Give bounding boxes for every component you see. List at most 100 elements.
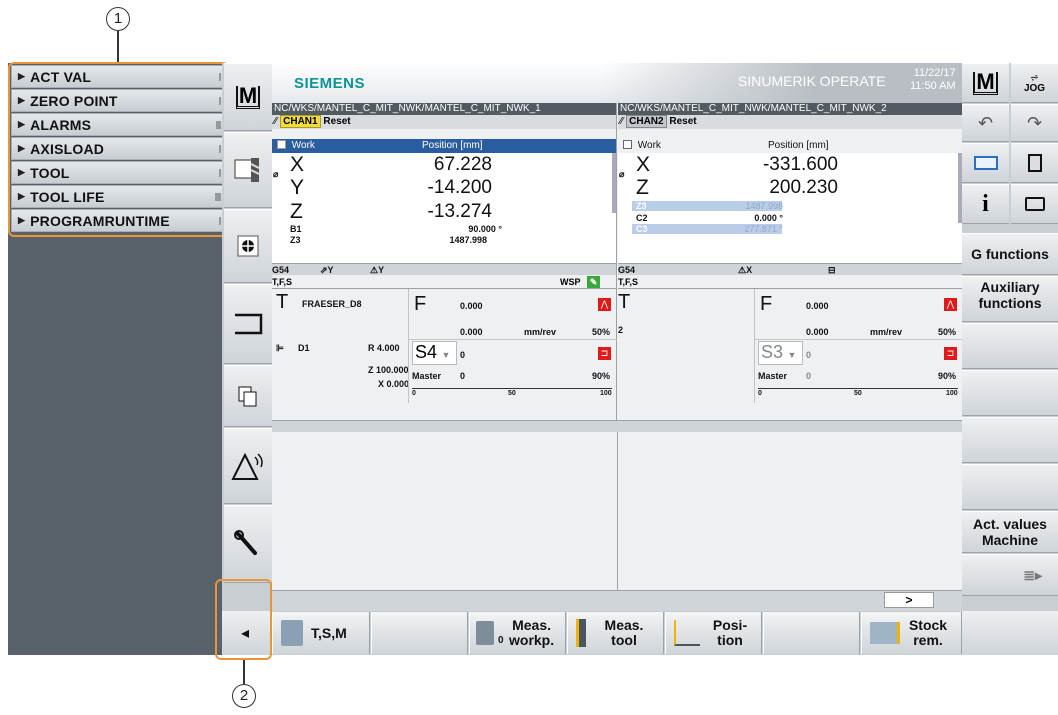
channel2-tfs-area: T 2 F 0.000 ⋀ 0.000 mm/rev 50% S3 ▼ 0 ⊐ … <box>618 289 962 415</box>
position-key[interactable]: Posi- tion <box>665 612 762 654</box>
feed-warning-icon: ⋀ <box>944 298 957 311</box>
stock-rem-key[interactable]: Stock rem. <box>861 612 962 654</box>
wrench-icon <box>234 530 257 555</box>
product-name: SINUMERIK OPERATE <box>738 73 886 89</box>
position-label: Posi- tion <box>712 617 748 648</box>
spindle-label: S3 <box>761 342 784 362</box>
softkey-empty-2[interactable] <box>962 370 1058 416</box>
redo-icon: ↷ <box>1026 112 1043 133</box>
g-functions-key[interactable]: G functions <box>962 233 1058 275</box>
program-manager-key[interactable] <box>224 284 272 364</box>
program-icon <box>237 235 259 257</box>
tsm-icon <box>281 620 303 646</box>
softkey-empty-1[interactable] <box>962 323 1058 369</box>
d-label: D1 <box>298 343 310 353</box>
channel1-tfs-bar: T,F,S WSP ✎ <box>272 275 616 289</box>
pencil-icon: ⁄⁄ <box>274 116 278 127</box>
spindle-selector[interactable]: S3 ▼ <box>758 341 803 365</box>
scroll-right-button[interactable]: > <box>884 592 934 608</box>
calculator-icon <box>1027 154 1042 172</box>
alarm-key[interactable] <box>224 428 272 504</box>
chevron-down-icon: ▼ <box>441 350 451 360</box>
channel1-frame-bar: G54 ⇗Y ⚠Y <box>272 263 616 275</box>
channel1-tfs-area: T FRAESER_D8 F 0.000 ⋀ 0.000 mm/rev 50% … <box>272 289 617 415</box>
meas-workp-sub: 0 <box>498 635 504 646</box>
channel1-status: ⁄⁄ CHAN1 Reset <box>272 115 616 129</box>
axis-y: Y <box>290 176 305 199</box>
spindle-value: 0 <box>806 350 812 360</box>
screenshot-key[interactable] <box>1011 184 1058 224</box>
axis-z: Z <box>290 200 303 223</box>
feed-percent: 50% <box>938 327 957 337</box>
time: 11:50 AM <box>910 80 956 92</box>
parameter-key[interactable] <box>224 132 272 208</box>
scale-50: 50 <box>854 390 862 397</box>
frame-value: G54 <box>618 265 636 275</box>
channel1-path: NC/WKS/MANTEL_C_MIT_NWK/MANTEL_C_MIT_NWK… <box>272 103 616 115</box>
feed-letter: F <box>760 293 773 315</box>
work-label: Work <box>637 140 661 151</box>
meas-tool-key[interactable]: Meas. tool <box>567 612 664 654</box>
diagnostics-key[interactable] <box>224 365 272 427</box>
m-icon: M <box>973 70 998 95</box>
vertical-softkeys: M <box>222 63 272 655</box>
axis-x: X <box>290 153 305 176</box>
work-checkbox[interactable] <box>623 140 632 149</box>
spindle-scale <box>758 383 958 389</box>
program-manager-icon <box>235 313 263 335</box>
spindle-value: 0 <box>460 350 466 360</box>
spindle-scale <box>412 383 612 389</box>
bottom-empty-1[interactable] <box>371 612 468 654</box>
channel2-position-header: Work Position [mm] <box>618 139 962 153</box>
calculator-key[interactable] <box>1011 143 1058 183</box>
setup-key[interactable] <box>224 505 272 583</box>
axis-c3-value: 277.871 ° <box>744 224 783 234</box>
callout-1-line <box>117 31 119 65</box>
spindle-selector[interactable]: S4 ▼ <box>412 341 457 365</box>
softkey-empty-4[interactable] <box>962 464 1058 510</box>
tsm-key[interactable]: T,S,M <box>272 612 370 654</box>
channel1-scrollbar[interactable] <box>612 153 616 213</box>
channel2-path: NC/WKS/MANTEL_C_MIT_NWK/MANTEL_C_MIT_NWK… <box>618 103 962 115</box>
master-label: Master <box>758 371 788 381</box>
x-value: X 0.000 <box>378 379 410 389</box>
keyboard-key[interactable] <box>962 143 1009 183</box>
master-label: Master <box>412 371 442 381</box>
channel2-panel: NC/WKS/MANTEL_C_MIT_NWK/MANTEL_C_MIT_NWK… <box>618 103 962 421</box>
meas-tool-icon <box>576 619 586 647</box>
meas-workp-key[interactable]: 0 Meas. workp. <box>469 612 566 654</box>
more-softkeys-key[interactable]: ≣▸ <box>962 554 1058 596</box>
bottom-empty-2[interactable] <box>763 612 860 654</box>
channel1-badge: CHAN1 <box>280 115 321 128</box>
act-values-machine-key[interactable]: Act. values Machine <box>962 511 1058 553</box>
machine-area-key[interactable]: M <box>962 63 1009 103</box>
redo-key[interactable]: ↷ <box>1011 104 1058 142</box>
axis-x: X <box>636 153 651 176</box>
wsp-label: WSP <box>560 277 581 287</box>
channel2-frame-bar: G54 ⚠X ⊟ <box>618 263 962 275</box>
feed-unit: mm/rev <box>524 327 557 337</box>
info-key[interactable]: i <box>962 184 1009 224</box>
status-line <box>272 590 962 611</box>
z-value: Z 100.000 <box>368 365 409 375</box>
undo-key[interactable]: ↶ <box>962 104 1009 142</box>
jog-icon: ⩫ <box>1029 71 1040 84</box>
alarm-triangle-icon <box>231 452 263 480</box>
tool-offset-icon: ⊫ <box>276 343 284 353</box>
axis-y-value: -14.200 <box>427 177 492 198</box>
softkey-empty-3[interactable] <box>962 417 1058 463</box>
callout-1-box <box>8 62 229 237</box>
frame-value: G54 <box>272 265 290 275</box>
auxiliary-functions-key[interactable]: Auxiliary functions <box>962 276 1058 322</box>
master-value: 0 <box>806 371 812 381</box>
feed-value-1: 0.000 <box>806 301 829 311</box>
channel2-status: ⁄⁄ CHAN2 Reset <box>618 115 962 129</box>
scale-0: 0 <box>412 390 416 397</box>
machine-mode-key[interactable]: M <box>224 63 272 131</box>
channel1-position-header: Work Position [mm] <box>272 139 616 153</box>
work-checkbox[interactable] <box>277 140 286 149</box>
jog-key[interactable]: ⩫ JOG <box>1011 63 1058 103</box>
program-key[interactable] <box>224 209 272 283</box>
date: 11/22/17 <box>913 67 956 79</box>
feed-value-2: 0.000 <box>806 327 829 337</box>
